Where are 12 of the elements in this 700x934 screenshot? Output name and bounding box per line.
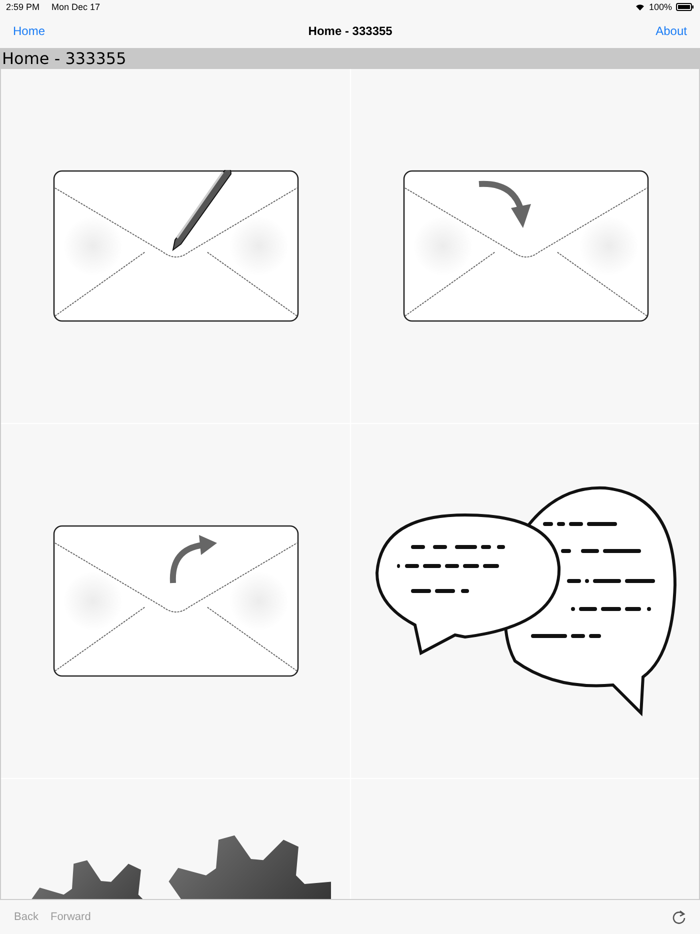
status-time: 2:59 PM (6, 2, 40, 12)
battery-icon (676, 3, 694, 11)
envelope-pen-icon[interactable] (52, 170, 298, 322)
about-link[interactable]: About (656, 24, 687, 38)
refresh-icon[interactable] (672, 910, 686, 924)
chat-bubbles-icon[interactable] (374, 485, 676, 717)
battery-percent: 100% (648, 2, 672, 12)
home-link[interactable]: Home (13, 24, 46, 38)
nav-title: Home - 333355 (308, 24, 392, 38)
page-header: Home - 333355 (0, 49, 700, 69)
wifi-icon (634, 3, 645, 11)
status-date: Mon Dec 17 (52, 2, 100, 12)
